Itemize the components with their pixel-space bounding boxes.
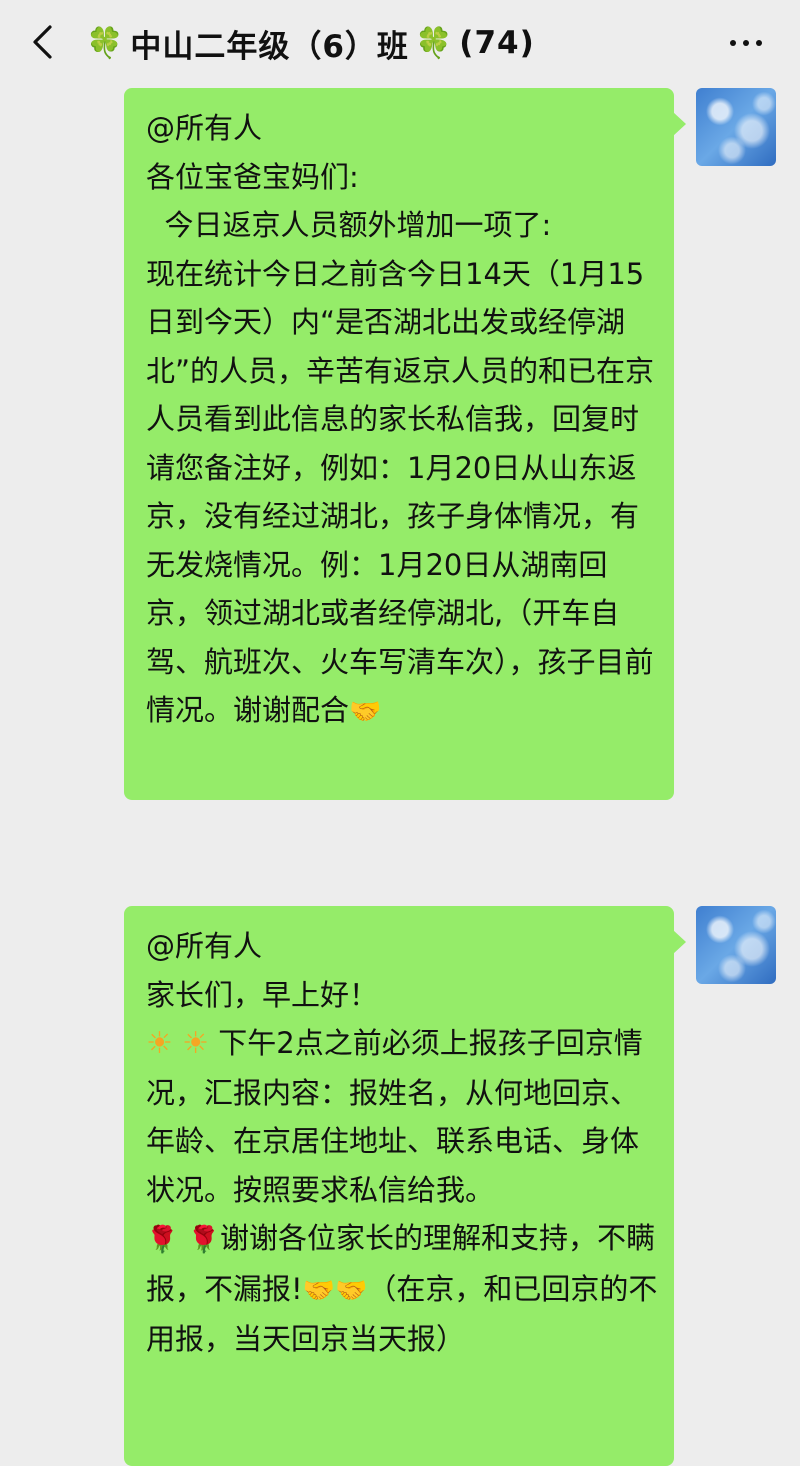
message-line: 各位宝爸宝妈们: <box>146 159 359 194</box>
avatar[interactable] <box>696 906 776 984</box>
back-button[interactable] <box>22 22 62 62</box>
dot-icon <box>743 40 749 46</box>
handshake-icon: 🤝 <box>335 1275 368 1306</box>
message-bubble[interactable]: @所有人 各位宝爸宝妈们: 今日返京人员额外增加一项了: 现在统计今日之前含今日… <box>124 88 686 800</box>
chat-header: 🍀 中山二年级（6）班 🍀 (74) <box>0 0 800 86</box>
handshake-icon: 🤝 <box>349 697 382 727</box>
dot-icon <box>756 40 762 46</box>
sun-icon: ☀ <box>146 1026 173 1061</box>
message-line: 今日返京人员额外增加一项了: <box>146 208 552 242</box>
member-count: (74) <box>459 25 535 61</box>
more-options-button[interactable] <box>716 26 776 60</box>
clover-icon: 🍀 <box>86 25 125 61</box>
message-bubble[interactable]: @所有人 家长们，早上好！ ☀ ☀ 下午2点之前必须上报孩子回京情况，汇报内容：… <box>124 906 686 1466</box>
mention: @所有人 <box>146 111 263 145</box>
mention: @所有人 <box>146 929 263 963</box>
chat-title: 🍀 中山二年级（6）班 🍀 (74) <box>80 0 640 86</box>
group-name: 中山二年级（6）班 <box>130 28 409 65</box>
sun-icon: ☀ <box>182 1026 210 1061</box>
greeting: 家长们，早上好！ <box>146 977 379 1012</box>
avatar[interactable] <box>696 88 776 166</box>
chevron-left-icon <box>33 25 52 59</box>
rose-icon: 🌹 <box>187 1225 220 1255</box>
message-body: 下午2点之前必须上报孩子回京情况，汇报内容：报姓名，从何地回京、年龄、在京居住地… <box>146 1026 643 1207</box>
handshake-icon: 🤝 <box>302 1275 336 1306</box>
dot-icon <box>730 40 736 46</box>
message-body: 现在统计今日之前含今日14天（1月15日到今天）内“是否湖北出发或经停湖北”的人… <box>146 256 655 728</box>
clover-icon: 🍀 <box>414 25 454 61</box>
rose-icon: 🌹 <box>146 1225 179 1255</box>
